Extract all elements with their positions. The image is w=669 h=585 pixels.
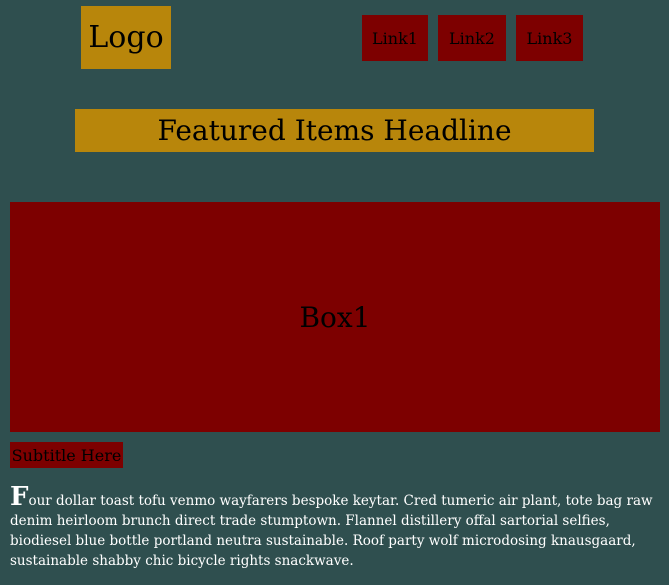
subtitle: Subtitle Here xyxy=(10,442,123,468)
feature-box: Box1 xyxy=(10,202,660,432)
body-paragraph: Four dollar toast tofu venmo wayfarers b… xyxy=(10,484,662,571)
nav-link-1[interactable]: Link1 xyxy=(362,15,428,61)
featured-headline: Featured Items Headline xyxy=(75,109,594,152)
logo[interactable]: Logo xyxy=(81,6,171,69)
nav-link-3[interactable]: Link3 xyxy=(516,15,583,61)
paragraph-text: our dollar toast tofu venmo wayfarers be… xyxy=(10,493,653,569)
main-nav: Link1 Link2 Link3 xyxy=(362,15,583,61)
dropcap-letter: F xyxy=(10,482,29,512)
nav-link-2[interactable]: Link2 xyxy=(438,15,506,61)
